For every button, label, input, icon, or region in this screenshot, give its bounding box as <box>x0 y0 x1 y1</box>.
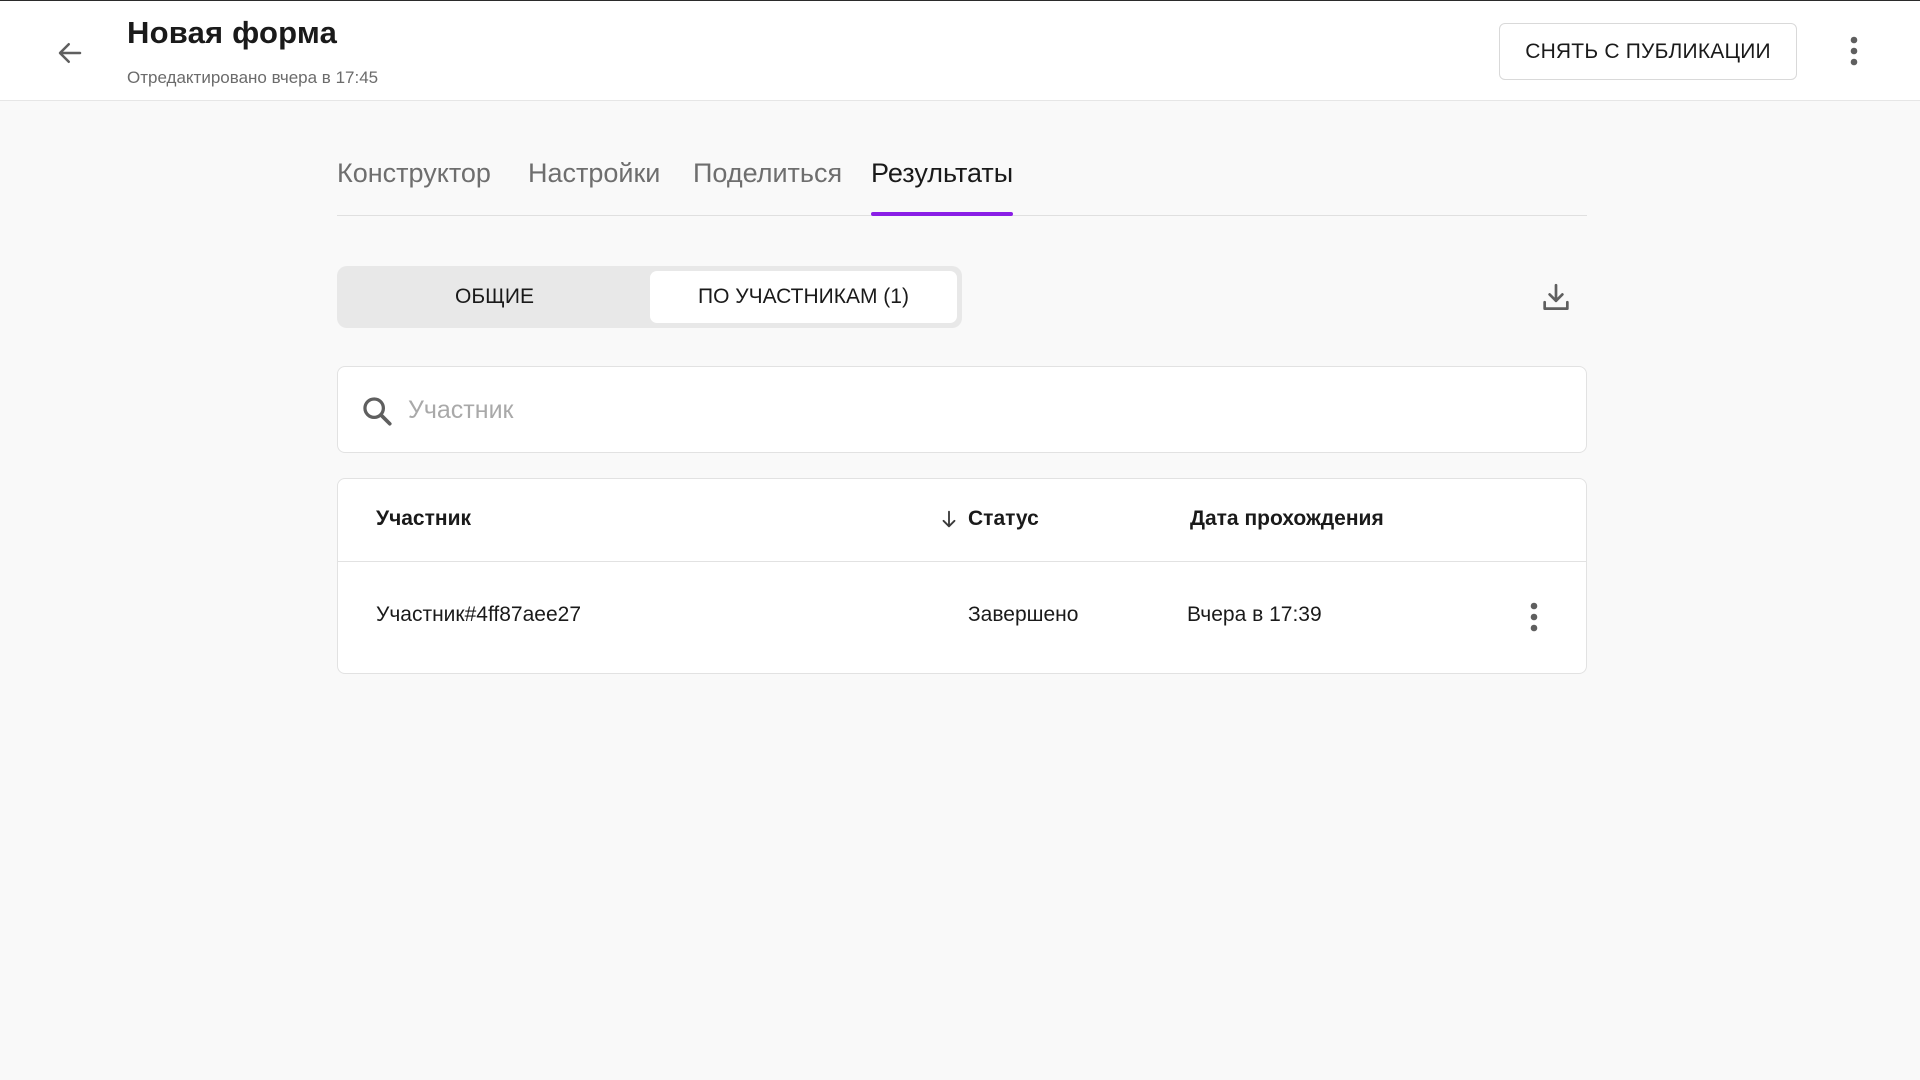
participant-name: Участник#4ff87aee27 <box>376 603 581 626</box>
download-button[interactable] <box>1533 275 1579 321</box>
tab-share[interactable]: Поделиться <box>693 158 842 215</box>
column-header-date[interactable]: Дата прохождения <box>1190 507 1384 531</box>
table-header: Участник Статус Дата прохождения <box>338 479 1586 562</box>
search-icon <box>363 397 392 426</box>
page-title: Новая форма <box>127 15 338 50</box>
download-icon <box>1543 283 1569 310</box>
participant-status: Завершено <box>968 603 1079 626</box>
tab-constructor[interactable]: Конструктор <box>337 158 491 215</box>
tab-settings[interactable]: Настройки <box>528 158 660 215</box>
general-view-button[interactable]: ОБЩИЕ <box>342 271 647 323</box>
arrow-down-icon <box>942 510 956 528</box>
status-column-label: Статус <box>968 507 1039 530</box>
top-bar: Новая форма Отредактировано вчера в 17:4… <box>0 0 1920 101</box>
view-switch: ОБЩИЕ ПО УЧАСТНИКАМ (1) <box>337 266 962 328</box>
participant-date: Вчера в 17:39 <box>1187 603 1322 626</box>
arrow-left-icon <box>58 43 82 63</box>
back-button[interactable] <box>48 31 92 75</box>
tab-results[interactable]: Результаты <box>871 158 1014 216</box>
tab-bar: Конструктор Настройки Поделиться Результ… <box>337 150 1587 216</box>
by-participants-view-button[interactable]: ПО УЧАСТНИКАМ (1) <box>650 271 957 323</box>
table-row[interactable]: Участник#4ff87aee27 Завершено Вчера в 17… <box>338 563 1586 673</box>
more-options-button[interactable] <box>1834 29 1874 73</box>
search-box <box>337 366 1587 453</box>
search-input[interactable] <box>408 385 1558 435</box>
more-vertical-icon <box>1850 36 1858 66</box>
row-more-options-button[interactable] <box>1514 595 1554 639</box>
column-header-status[interactable]: Статус <box>938 507 1039 531</box>
column-header-participant[interactable]: Участник <box>376 507 471 531</box>
edited-timestamp: Отредактировано вчера в 17:45 <box>127 68 379 87</box>
participants-table: Участник Статус Дата прохождения Участни… <box>337 478 1587 674</box>
unpublish-button[interactable]: СНЯТЬ С ПУБЛИКАЦИИ <box>1499 23 1797 80</box>
more-vertical-icon <box>1530 602 1538 632</box>
